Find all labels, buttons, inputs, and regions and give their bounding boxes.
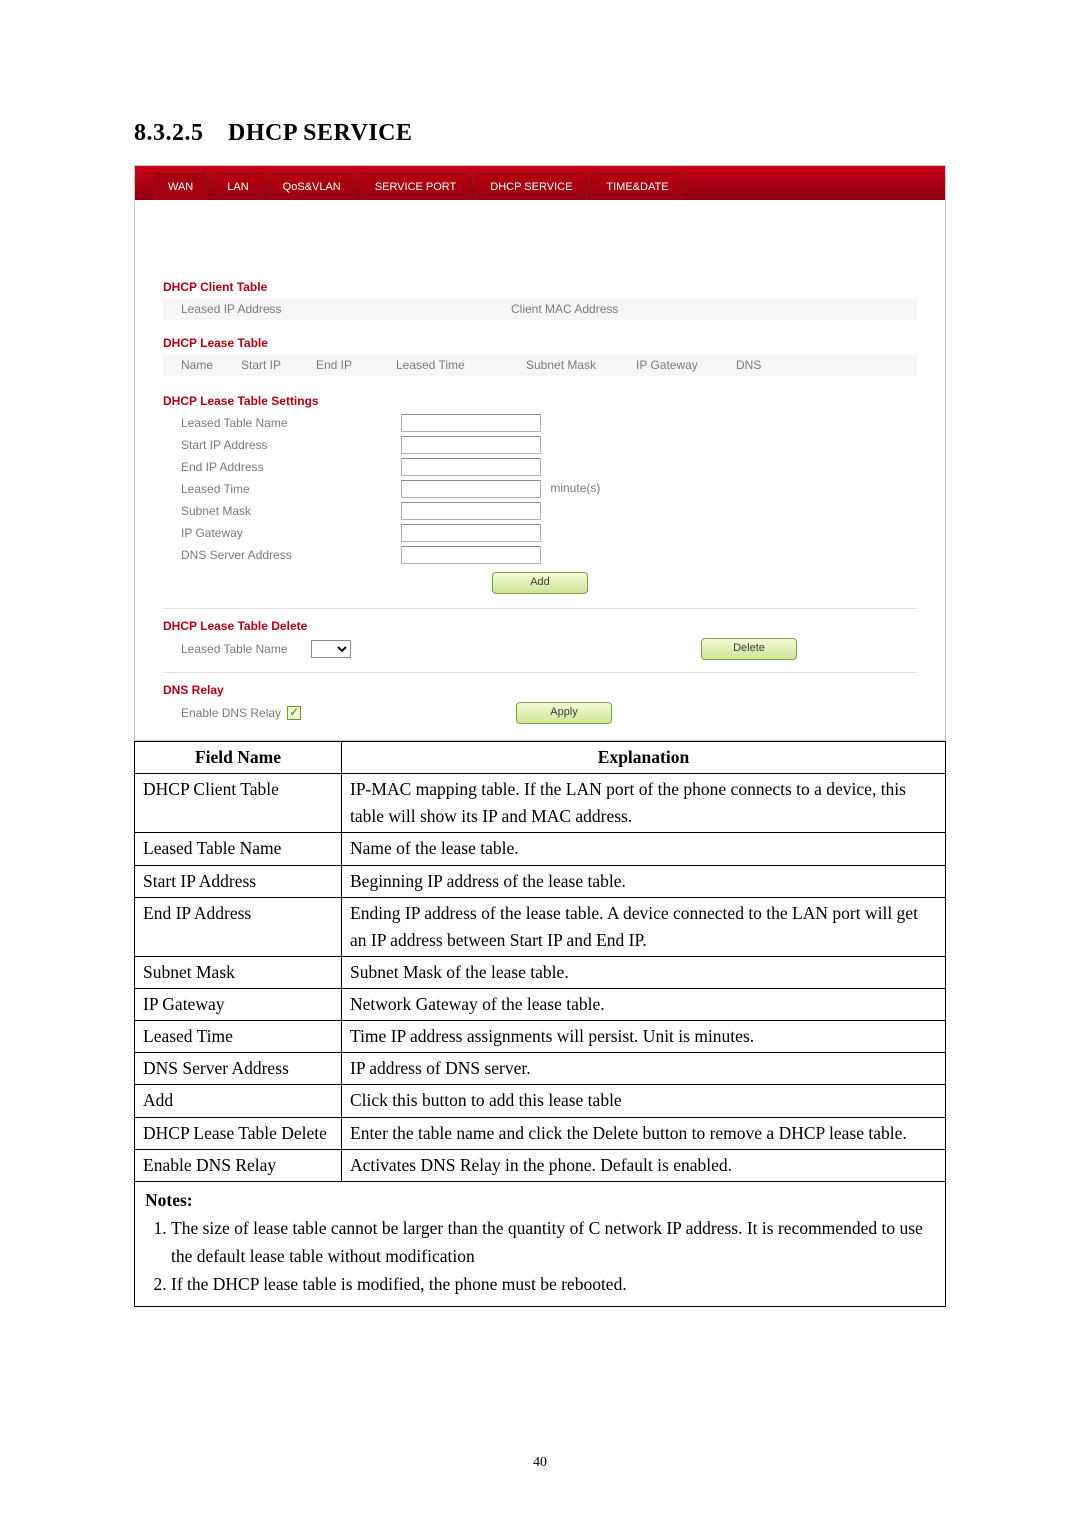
input-start-ip[interactable] [401, 436, 541, 454]
cell-field-name: Leased Time [135, 1021, 342, 1053]
table-row: Start IP AddressBeginning IP address of … [135, 865, 946, 897]
note-item: The size of lease table cannot be larger… [171, 1214, 935, 1270]
col-end-ip: End IP [316, 358, 396, 372]
notes-title: Notes: [145, 1190, 193, 1210]
cell-explanation: Enter the table name and click the Delet… [342, 1117, 946, 1149]
cell-field-name: Enable DNS Relay [135, 1149, 342, 1181]
cell-explanation: Subnet Mask of the lease table. [342, 956, 946, 988]
apply-button[interactable]: Apply [516, 702, 612, 724]
cell-explanation: Network Gateway of the lease table. [342, 989, 946, 1021]
cell-field-name: Subnet Mask [135, 956, 342, 988]
col-leased-time: Leased Time [396, 358, 526, 372]
label-enable-dns-relay: Enable DNS Relay [181, 706, 281, 720]
tab-bar: WAN LAN QoS&VLAN SERVICE PORT DHCP SERVI… [135, 166, 945, 200]
th-explanation: Explanation [342, 742, 946, 774]
cell-explanation: IP-MAC mapping table. If the LAN port of… [342, 774, 946, 833]
col-start-ip: Start IP [241, 358, 316, 372]
cell-explanation: Beginning IP address of the lease table. [342, 865, 946, 897]
label-start-ip: Start IP Address [163, 438, 401, 452]
cell-field-name: IP Gateway [135, 989, 342, 1021]
notes-block: Notes: The size of lease table cannot be… [134, 1182, 946, 1307]
label-dns-server: DNS Server Address [163, 548, 401, 562]
note-item: If the DHCP lease table is modified, the… [171, 1270, 935, 1298]
table-row: IP GatewayNetwork Gateway of the lease t… [135, 989, 946, 1021]
input-dns-server[interactable] [401, 546, 541, 564]
tab-time-date[interactable]: TIME&DATE [591, 173, 683, 200]
col-leased-ip: Leased IP Address [181, 302, 511, 316]
input-end-ip[interactable] [401, 458, 541, 476]
col-dns: DNS [736, 358, 786, 372]
cell-explanation: Ending IP address of the lease table. A … [342, 897, 946, 956]
lease-delete-title: DHCP Lease Table Delete [163, 619, 917, 633]
input-subnet-mask[interactable] [401, 502, 541, 520]
checkbox-enable-dns-relay[interactable] [287, 706, 301, 720]
table-row: Enable DNS RelayActivates DNS Relay in t… [135, 1149, 946, 1181]
col-subnet-mask: Subnet Mask [526, 358, 636, 372]
tab-service-port[interactable]: SERVICE PORT [360, 173, 472, 200]
cell-explanation: Activates DNS Relay in the phone. Defaul… [342, 1149, 946, 1181]
cell-field-name: DHCP Client Table [135, 774, 342, 833]
input-leased-table-name[interactable] [401, 414, 541, 432]
table-row: DHCP Lease Table DeleteEnter the table n… [135, 1117, 946, 1149]
cell-field-name: Leased Table Name [135, 833, 342, 865]
section-heading: 8.3.2.5 DHCP SERVICE [134, 120, 946, 147]
cell-explanation: Time IP address assignments will persist… [342, 1021, 946, 1053]
label-subnet-mask: Subnet Mask [163, 504, 401, 518]
add-button[interactable]: Add [492, 572, 588, 594]
input-leased-time[interactable] [401, 480, 541, 498]
th-field-name: Field Name [135, 742, 342, 774]
select-leased-table-name[interactable] [311, 640, 351, 658]
cell-field-name: Start IP Address [135, 865, 342, 897]
col-ip-gateway: IP Gateway [636, 358, 736, 372]
cell-field-name: Add [135, 1085, 342, 1117]
table-row: DHCP Client TableIP-MAC mapping table. I… [135, 774, 946, 833]
page-number: 40 [0, 1455, 1080, 1471]
table-row: Leased TimeTime IP address assignments w… [135, 1021, 946, 1053]
col-client-mac: Client MAC Address [511, 302, 917, 316]
dhcp-lease-table-header: Name Start IP End IP Leased Time Subnet … [163, 354, 917, 376]
cell-field-name: DHCP Lease Table Delete [135, 1117, 342, 1149]
dns-relay-title: DNS Relay [163, 683, 917, 697]
tab-qos-vlan[interactable]: QoS&VLAN [268, 173, 356, 200]
label-end-ip: End IP Address [163, 460, 401, 474]
cell-explanation: IP address of DNS server. [342, 1053, 946, 1085]
cell-explanation: Name of the lease table. [342, 833, 946, 865]
cell-explanation: Click this button to add this lease tabl… [342, 1085, 946, 1117]
delete-button[interactable]: Delete [701, 638, 797, 660]
section-number: 8.3.2.5 [134, 120, 204, 146]
table-row: AddClick this button to add this lease t… [135, 1085, 946, 1117]
leased-time-unit: minute(s) [550, 481, 600, 495]
tab-dhcp-service[interactable]: DHCP SERVICE [475, 173, 587, 200]
cell-field-name: DNS Server Address [135, 1053, 342, 1085]
label-leased-table-name: Leased Table Name [163, 416, 401, 430]
table-row: Subnet MaskSubnet Mask of the lease tabl… [135, 956, 946, 988]
table-row: DNS Server AddressIP address of DNS serv… [135, 1053, 946, 1085]
tab-lan[interactable]: LAN [212, 173, 263, 200]
cell-field-name: End IP Address [135, 897, 342, 956]
dhcp-service-screenshot: WAN LAN QoS&VLAN SERVICE PORT DHCP SERVI… [134, 165, 946, 741]
label-leased-time: Leased Time [163, 482, 401, 496]
dhcp-lease-table-title: DHCP Lease Table [163, 336, 917, 350]
dhcp-client-table-header: Leased IP Address Client MAC Address [163, 298, 917, 320]
table-row: Leased Table NameName of the lease table… [135, 833, 946, 865]
table-row: End IP AddressEnding IP address of the l… [135, 897, 946, 956]
input-ip-gateway[interactable] [401, 524, 541, 542]
tab-wan[interactable]: WAN [153, 173, 208, 200]
section-title: DHCP SERVICE [228, 120, 413, 146]
col-name: Name [181, 358, 241, 372]
label-ip-gateway: IP Gateway [163, 526, 401, 540]
dhcp-client-table-title: DHCP Client Table [163, 280, 917, 294]
label-delete-leased-table-name: Leased Table Name [163, 642, 311, 656]
field-explanation-table: Field Name Explanation DHCP Client Table… [134, 741, 946, 1182]
lease-settings-title: DHCP Lease Table Settings [163, 394, 917, 408]
